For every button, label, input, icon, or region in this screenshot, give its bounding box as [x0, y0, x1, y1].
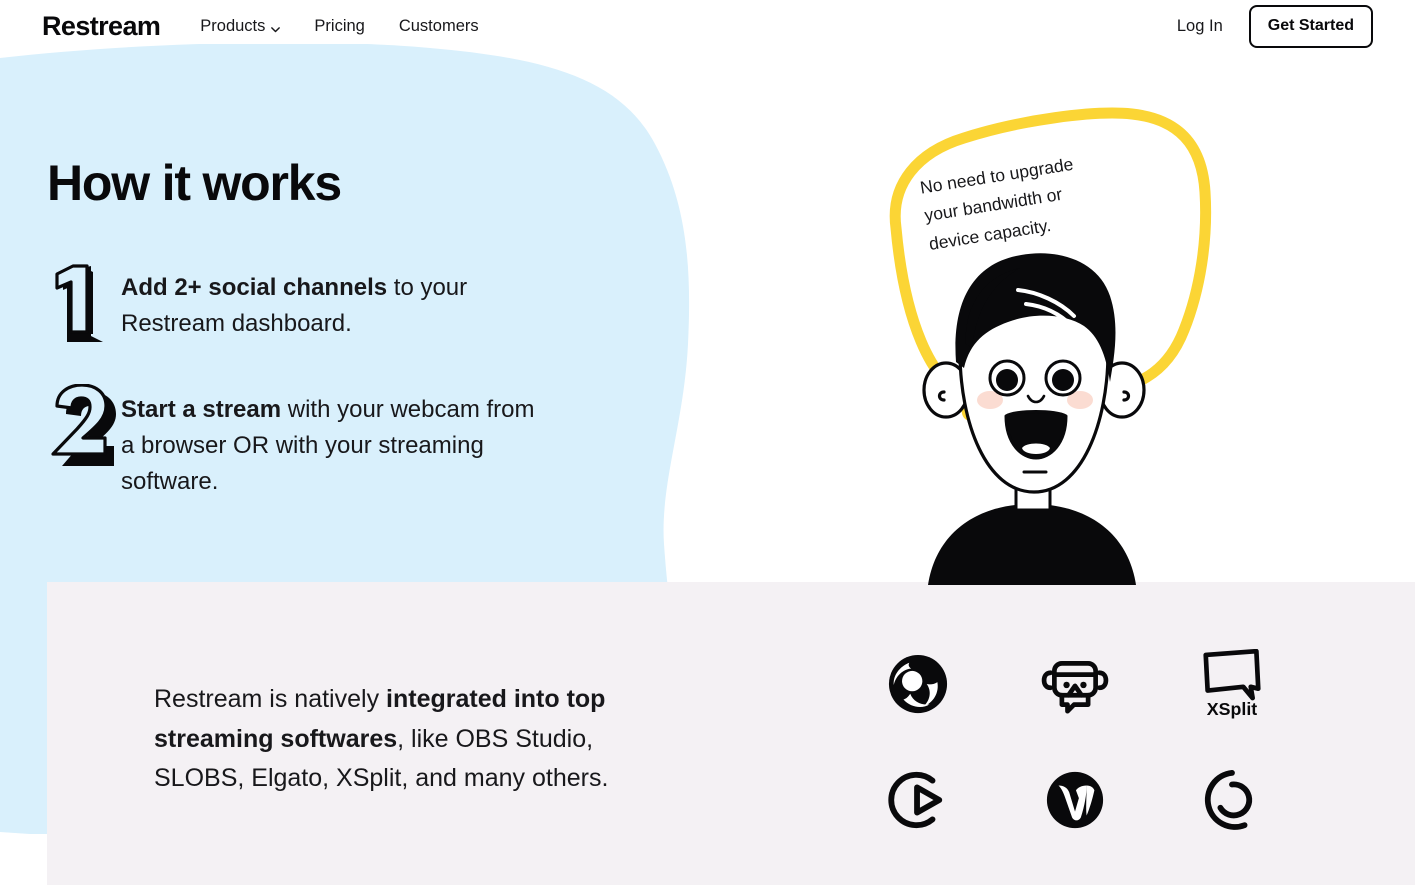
log-in-link[interactable]: Log In — [1177, 17, 1223, 36]
page-root: Restream Products Pricing Customers Log … — [0, 0, 1415, 885]
streaming-software-logos: XSplit — [840, 645, 1310, 839]
step-1-text: Add 2+ social channels to your Restream … — [121, 262, 551, 342]
integration-description: Restream is natively integrated into top… — [154, 680, 674, 799]
nav-item-pricing[interactable]: Pricing — [314, 17, 364, 36]
step-item-2: Start a stream with your webcam from a b… — [47, 384, 607, 500]
step-number-1-graphic — [47, 262, 121, 346]
nav-actions: Log In Get Started — [1177, 4, 1373, 48]
hero-illustration: No need to upgrade your bandwidth or dev… — [860, 100, 1260, 585]
nav-item-products[interactable]: Products — [200, 16, 281, 36]
how-it-works-steps: Add 2+ social channels to your Restream … — [47, 262, 607, 538]
top-navigation-bar: Restream Products Pricing Customers Log … — [0, 0, 1415, 52]
page-title: How it works — [47, 155, 342, 211]
ecamm-logo — [1182, 761, 1282, 839]
step-1-bold-text: Add 2+ social channels — [121, 274, 388, 301]
get-started-button[interactable]: Get Started — [1248, 4, 1373, 48]
restream-logo[interactable]: Restream — [42, 11, 161, 42]
streamlabs-obs-logo — [1025, 645, 1125, 723]
obs-studio-logo — [868, 645, 968, 723]
xsplit-logo: XSplit — [1182, 645, 1282, 723]
xsplit-wordmark: XSplit — [1206, 699, 1257, 719]
nav-item-customers[interactable]: Customers — [399, 17, 479, 36]
step-2-bold-text: Start a stream — [121, 396, 282, 423]
step-item-1: Add 2+ social channels to your Restream … — [47, 262, 607, 346]
nav-item-products-label: Products — [200, 16, 266, 35]
elgato-logo — [868, 761, 968, 839]
step-number-2-graphic — [47, 384, 121, 468]
primary-nav-links: Products Pricing Customers — [200, 17, 478, 36]
wirecast-logo — [1025, 761, 1125, 839]
step-2-text: Start a stream with your webcam from a b… — [121, 384, 551, 500]
integration-text-start: Restream is natively — [154, 685, 387, 713]
chevron-down-icon — [270, 21, 281, 33]
